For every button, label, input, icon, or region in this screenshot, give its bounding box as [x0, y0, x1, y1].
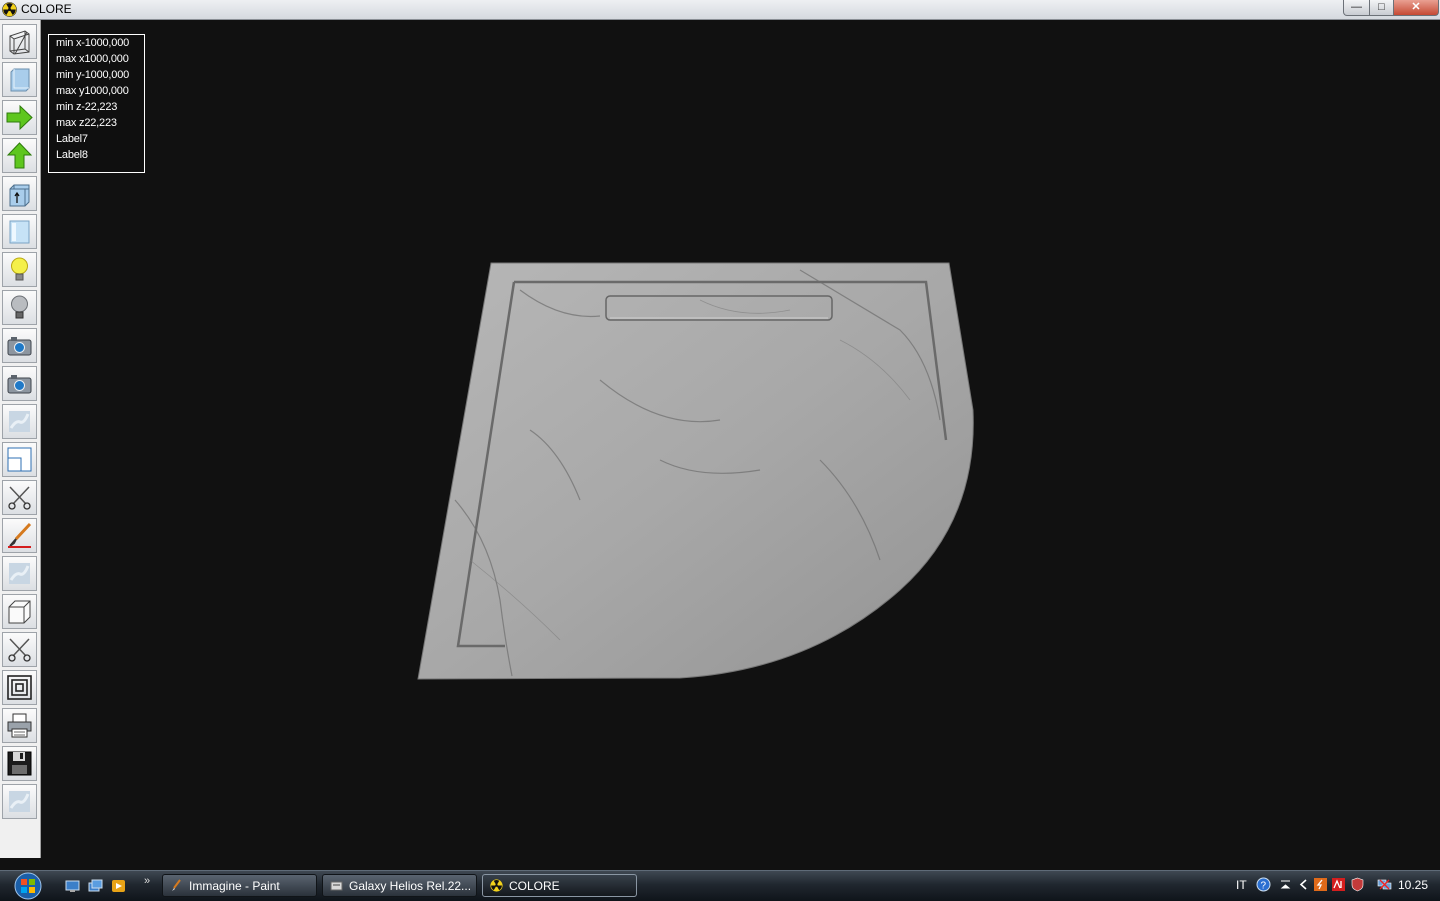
switch-windows-icon[interactable]	[88, 879, 103, 893]
bounds-info-panel: min x-1000,000 max x1000,000 min y-1000,…	[48, 34, 145, 173]
galaxy-icon	[330, 881, 343, 891]
clock[interactable]: 10.25	[1398, 878, 1428, 892]
flash-tray-icon[interactable]	[1313, 877, 1328, 892]
chevron-left-icon[interactable]	[1296, 877, 1311, 892]
min-y-label: min y-1000,000	[56, 69, 130, 81]
network-tray-icon[interactable]	[1377, 877, 1392, 892]
task-button-paint[interactable]: Immagine - Paint	[162, 874, 317, 897]
task-button-colore[interactable]: COLORE	[482, 874, 637, 897]
security-tray-icon[interactable]	[1350, 877, 1365, 892]
max-y-label: max y1000,000	[56, 85, 129, 97]
start-button[interactable]	[8, 872, 48, 900]
media-player-icon[interactable]	[111, 879, 126, 893]
language-bar-options-icon[interactable]	[1278, 877, 1293, 892]
paint-icon	[172, 879, 181, 891]
radiation-icon	[490, 879, 503, 892]
label7: Label7	[56, 133, 88, 145]
antivirus-tray-icon[interactable]	[1331, 877, 1346, 892]
quick-launch-more[interactable]: »	[144, 875, 150, 887]
task-button-galaxy[interactable]: Galaxy Helios Rel.22...	[322, 874, 477, 897]
show-desktop-icon[interactable]	[65, 879, 80, 893]
max-x-label: max x1000,000	[56, 53, 129, 65]
language-indicator[interactable]: IT	[1236, 878, 1247, 892]
help-icon[interactable]: ?	[1256, 877, 1271, 892]
label8: Label8	[56, 149, 88, 161]
taskbar: » Immagine - Paint Galaxy Helios Rel.22.…	[0, 870, 1440, 901]
max-z-label: max z22,223	[56, 117, 117, 129]
svg-text:?: ?	[1261, 881, 1267, 892]
min-x-label: min x-1000,000	[56, 37, 130, 49]
shower-tray-model[interactable]	[0, 0, 1440, 870]
min-z-label: min z-22,223	[56, 101, 118, 113]
